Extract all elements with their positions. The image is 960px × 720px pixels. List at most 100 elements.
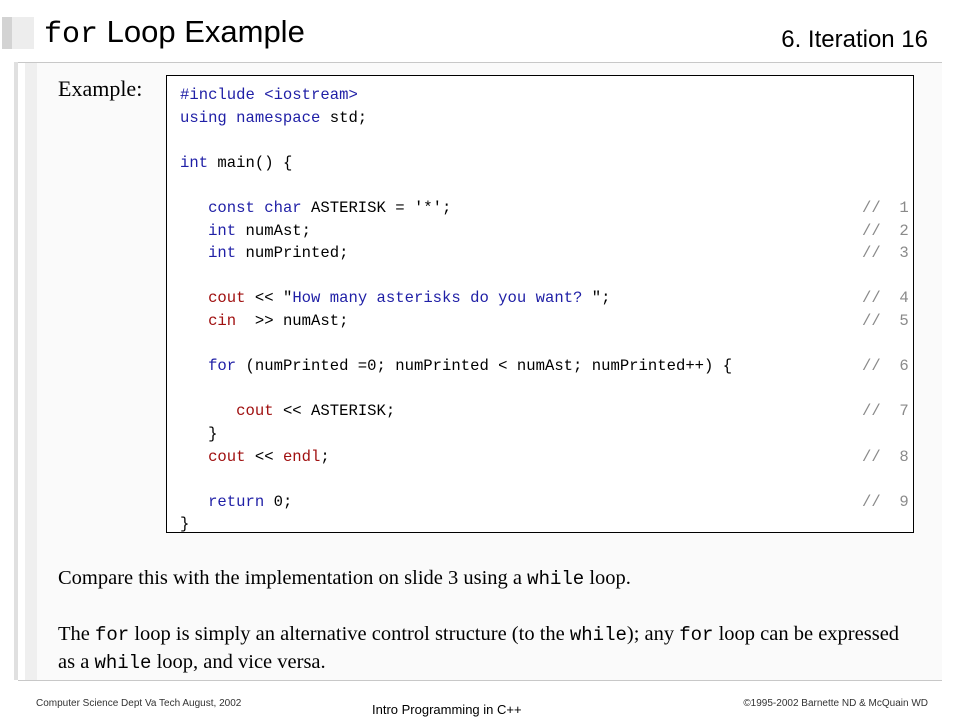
para1-code: while: [527, 568, 585, 590]
line-comment: // 3: [862, 244, 909, 263]
line-comment: [862, 174, 914, 197]
line-comments: // 1 // 2 // 3 // 4 // 5 // 6 // 7 // 8 // 9: [862, 84, 914, 536]
code-listing: #include <iostream> using namespace std;…: [180, 84, 732, 536]
code-token: cout: [208, 447, 246, 466]
left-accent-bar: [14, 62, 18, 680]
code-token: std;: [320, 108, 368, 127]
code-token: return: [208, 492, 265, 511]
para2-code-4: while: [94, 652, 152, 674]
code-token: >> numAst;: [236, 311, 349, 330]
para2-code-3: for: [679, 624, 714, 646]
left-accent-band: [25, 62, 37, 680]
line-comment: [862, 152, 914, 175]
line-comment: [862, 129, 914, 152]
code-line: int main() {: [180, 154, 292, 172]
code-token: }: [180, 424, 218, 443]
code-token: How many asterisks do you want?: [292, 289, 592, 308]
line-comment: // 9: [862, 492, 909, 511]
code-line: }: [180, 425, 217, 443]
para2-text-a: The: [58, 623, 95, 645]
code-line: for (numPrinted =0; numPrinted < numAst;…: [180, 357, 732, 375]
footer-course: Intro Programming in C++: [372, 702, 522, 717]
code-token: main() {: [208, 153, 293, 172]
code-line: int numPrinted;: [180, 244, 348, 262]
code-token: (numPrinted =0; numPrinted < numAst; num…: [236, 357, 733, 376]
line-comment: // 1: [862, 198, 909, 217]
code-line: cout << endl;: [180, 448, 330, 466]
line-comment: // 5: [862, 311, 909, 330]
code-token: << ASTERISK;: [273, 402, 396, 421]
code-line: cin >> numAst;: [180, 312, 348, 330]
code-token: cout: [236, 402, 274, 421]
line-comment: [862, 423, 914, 446]
code-token: endl: [282, 447, 321, 466]
line-comment: [862, 107, 914, 130]
code-line: return 0;: [180, 493, 292, 511]
footer-rule: [18, 680, 942, 681]
code-token: const char: [208, 198, 302, 217]
line-comment: [862, 513, 914, 536]
code-token: numPrinted;: [236, 244, 349, 263]
line-comment: [862, 378, 914, 401]
para1-text-b: loop.: [584, 567, 631, 589]
code-line: cout << "How many asterisks do you want?…: [180, 289, 610, 307]
code-token: using namespace: [180, 108, 321, 127]
para2-code-1: for: [95, 624, 130, 646]
code-token: ;: [320, 447, 330, 466]
code-token: 0;: [264, 492, 293, 511]
line-comment: // 7: [862, 402, 909, 421]
code-line: cout << ASTERISK;: [180, 402, 395, 420]
para2-text-b: loop is simply an alternative control st…: [129, 623, 570, 645]
code-token: ASTERISK = '*';: [301, 198, 452, 217]
comparison-paragraph: Compare this with the implementation on …: [58, 565, 631, 593]
code-token: #include <iostream>: [180, 86, 358, 104]
corner-decoration-light: [12, 17, 34, 49]
line-comment: // 8: [862, 447, 909, 466]
code-token: }: [180, 515, 190, 534]
footer-department: Computer Science Dept Va Tech August, 20…: [36, 698, 242, 709]
code-line: #include <iostream>: [180, 86, 358, 104]
code-line: using namespace std;: [180, 109, 367, 127]
code-token: int: [208, 244, 237, 263]
code-token: ";: [591, 289, 611, 308]
slide-number: 6. Iteration 16: [781, 26, 928, 53]
title-keyword: for: [44, 18, 99, 52]
header-rule: [18, 62, 942, 63]
footer-copyright: ©1995-2002 Barnette ND & McQuain WD: [743, 698, 928, 709]
para2-text-c: ); any: [626, 623, 680, 645]
example-label: Example:: [58, 76, 143, 101]
code-token: << ": [245, 289, 293, 308]
line-comment: // 2: [862, 221, 909, 240]
para1-text-a: Compare this with the implementation on …: [58, 567, 528, 589]
line-comment: [862, 265, 914, 288]
code-token: cout: [208, 289, 246, 308]
line-comment: [862, 468, 914, 491]
code-token: for: [208, 357, 237, 376]
line-comment: [862, 84, 914, 107]
slide-title: for Loop Example: [44, 14, 305, 52]
code-line: const char ASTERISK = '*';: [180, 199, 451, 217]
code-token: int: [180, 153, 209, 172]
line-comment: // 4: [862, 289, 909, 308]
code-line: int numAst;: [180, 222, 311, 240]
code-token: <<: [245, 447, 283, 466]
title-text: Loop Example: [98, 14, 305, 49]
para2-text-e: loop, and vice versa.: [151, 651, 326, 673]
explanation-paragraph: The for loop is simply an alternative co…: [58, 621, 918, 677]
line-comment: // 6: [862, 357, 909, 376]
code-line: }: [180, 515, 189, 533]
para2-code-2: while: [569, 624, 627, 646]
code-token: int: [208, 221, 237, 240]
code-token: numAst;: [236, 221, 312, 240]
code-token: cin: [208, 311, 237, 330]
line-comment: [862, 333, 914, 356]
